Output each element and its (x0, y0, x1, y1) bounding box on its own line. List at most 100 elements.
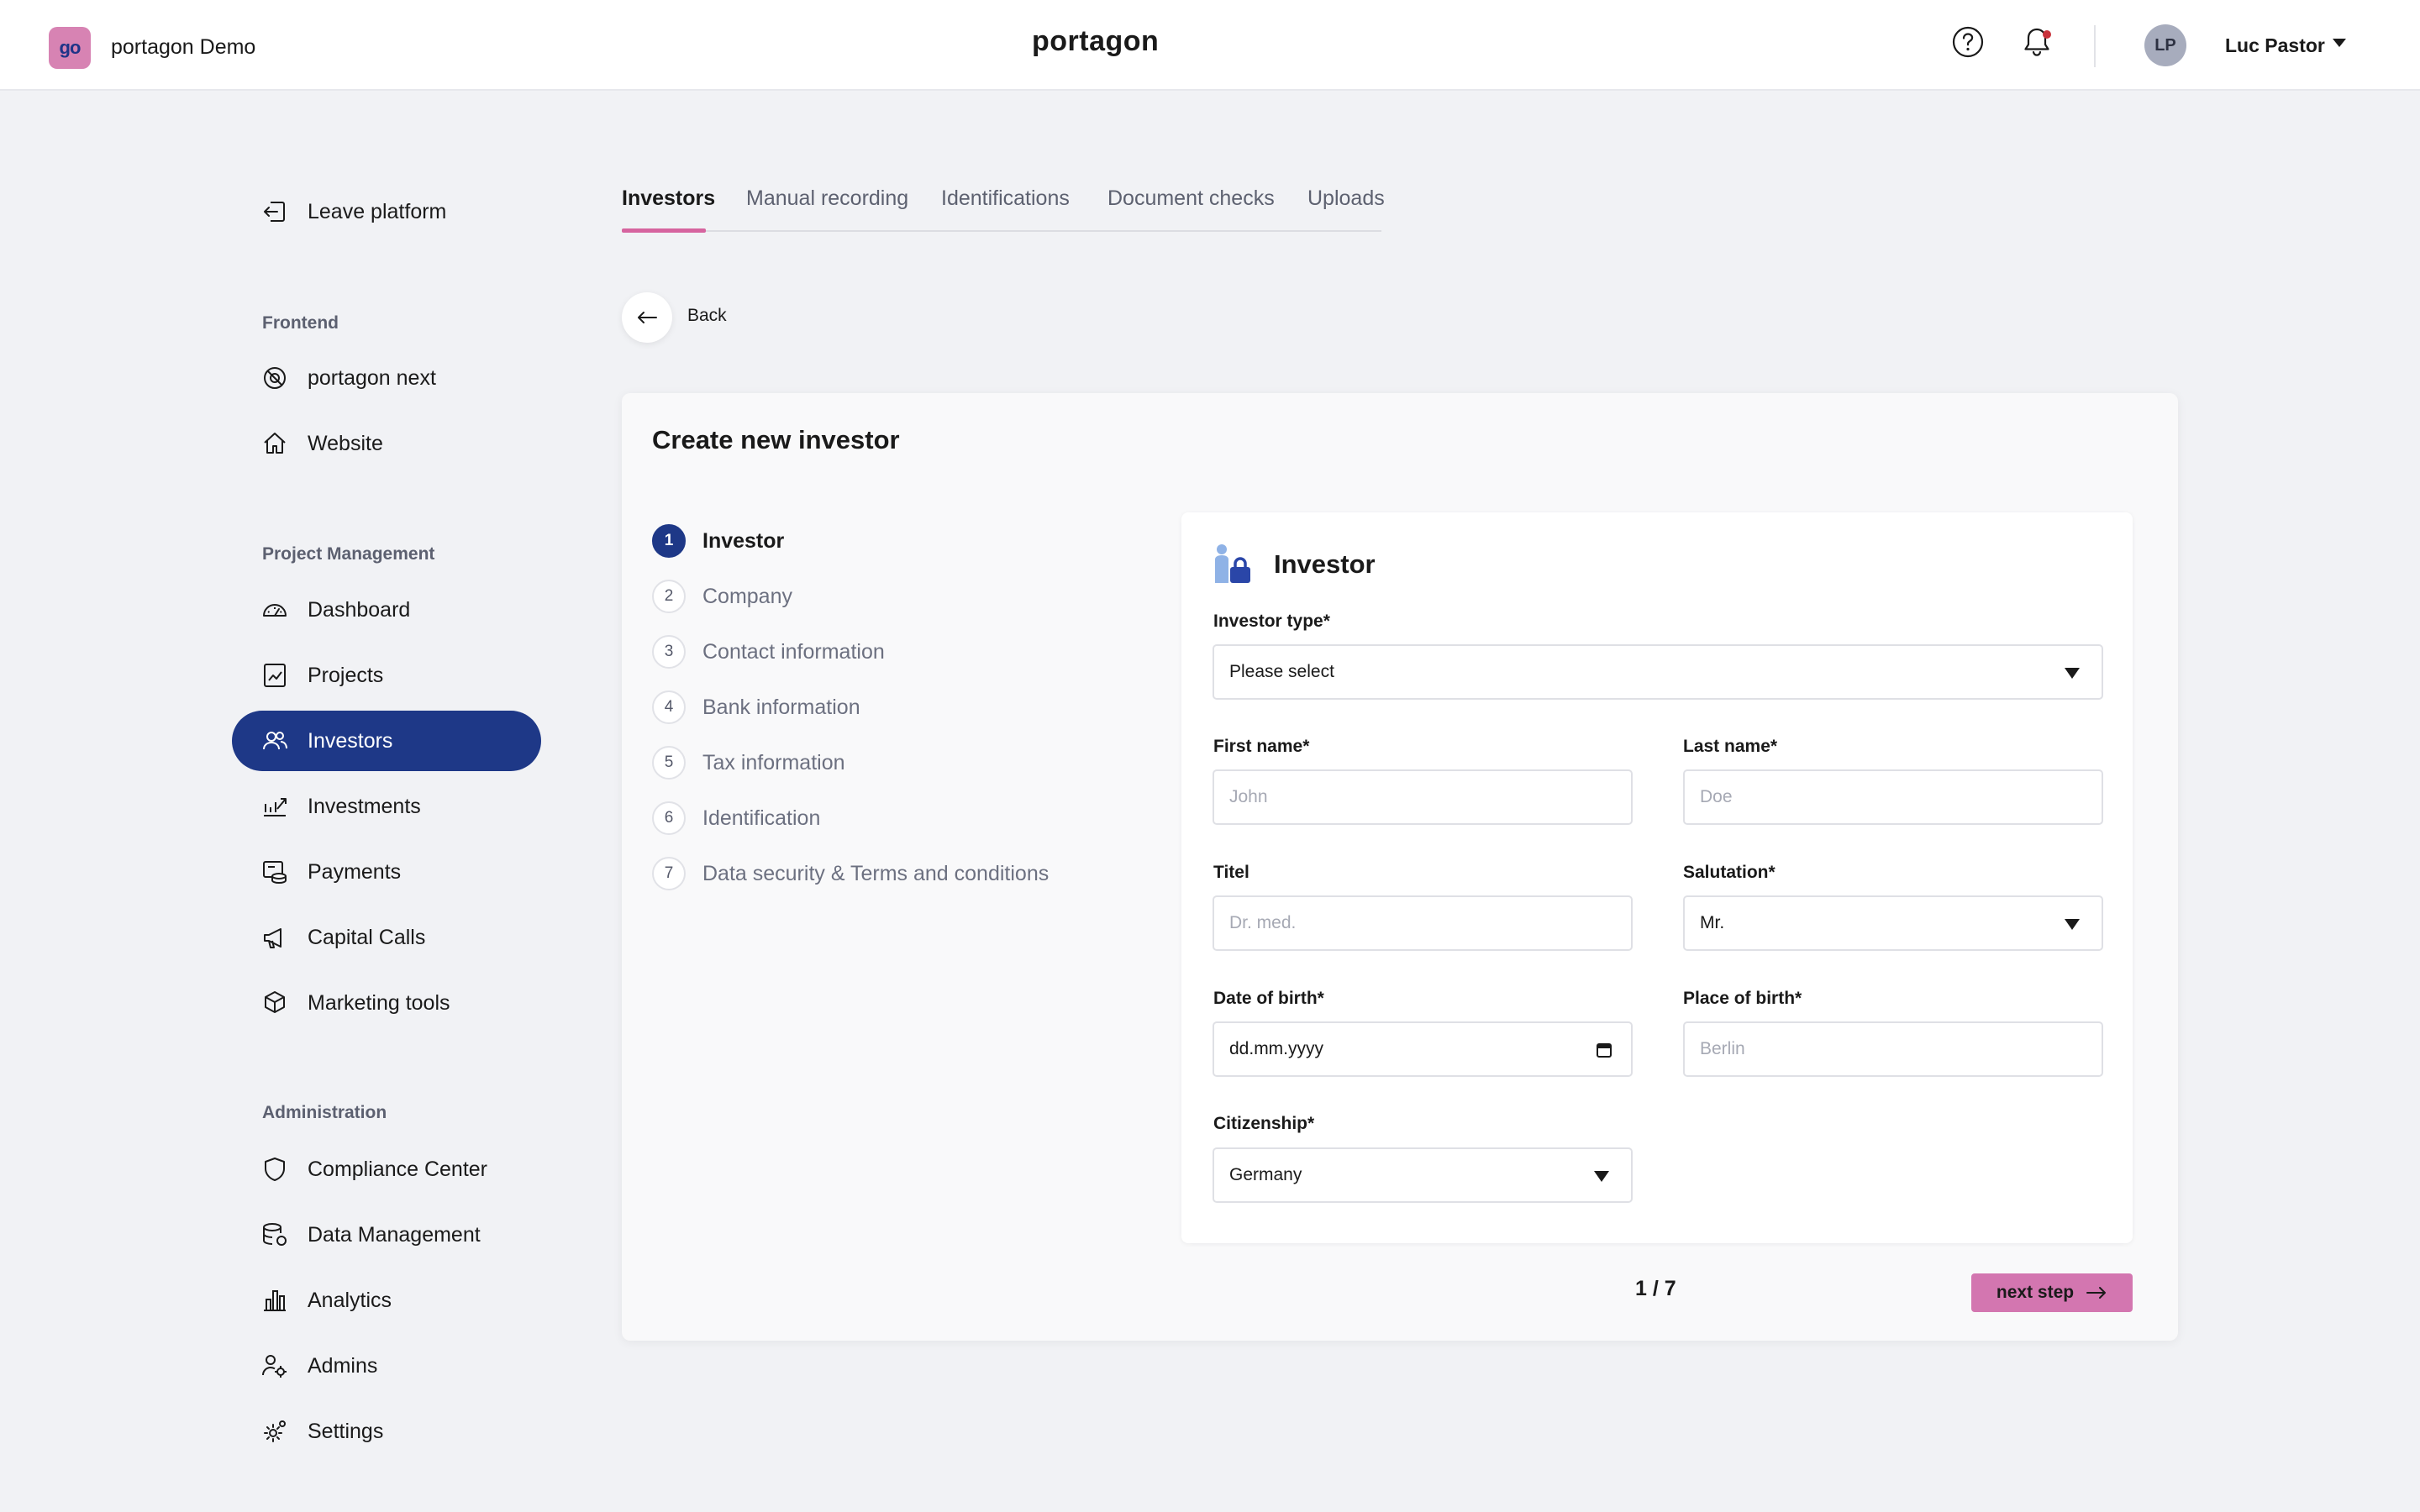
tab-investors[interactable]: Investors (622, 186, 715, 211)
dashboard-gauge-icon (263, 604, 287, 617)
tab-uploads[interactable]: Uploads (1307, 186, 1385, 211)
step-identification[interactable]: 6 Identification (652, 800, 820, 837)
sidebar-item-compliance-center[interactable]: Compliance Center (232, 1139, 541, 1200)
chevron-down-icon (1594, 1171, 1609, 1182)
step-contact-information[interactable]: 3 Contact information (652, 633, 885, 670)
step-tax-information[interactable]: 5 Tax information (652, 744, 845, 781)
bar-chart-icon (264, 1290, 286, 1311)
step-pager: 1 / 7 (1635, 1277, 1676, 1300)
next-step-label: next step (1996, 1283, 2075, 1302)
citizenship-value: Germany (1229, 1165, 1302, 1184)
first-name-label: First name* (1213, 737, 1310, 756)
user-name[interactable]: Luc Pastor (2225, 34, 2325, 57)
next-step-button[interactable]: next step (1971, 1273, 2133, 1312)
sidebar-item-admins[interactable]: Admins (232, 1336, 541, 1396)
sidebar-item-label: Marketing tools (308, 990, 450, 1015)
last-name-label: Last name* (1683, 737, 1778, 756)
sidebar-item-leave-platform[interactable]: Leave platform (232, 181, 541, 242)
titel-label: Titel (1213, 863, 1249, 882)
step-label: Identification (702, 806, 821, 830)
step-bank-information[interactable]: 4 Bank information (652, 689, 860, 726)
sidebar-item-capital-calls[interactable]: Capital Calls (232, 907, 541, 968)
users-icon (263, 732, 287, 750)
step-number: 3 (652, 635, 686, 669)
sidebar-item-label: Compliance Center (308, 1157, 487, 1181)
date-of-birth-input[interactable]: dd.mm.yyyy (1213, 1021, 1633, 1077)
user-menu-caret-icon[interactable] (2333, 39, 2346, 47)
sidebar-item-marketing-tools[interactable]: Marketing tools (232, 973, 541, 1033)
tab-manual-recording[interactable]: Manual recording (746, 186, 908, 211)
sidebar-item-label: Settings (308, 1419, 384, 1443)
date-of-birth-label: Date of birth* (1213, 989, 1324, 1008)
step-investor[interactable]: 1 Investor (652, 522, 784, 559)
salutation-value: Mr. (1700, 913, 1725, 932)
sidebar-item-investments[interactable]: Investments (232, 776, 541, 837)
sidebar-item-label: Investors (308, 728, 393, 753)
tab-document-checks[interactable]: Document checks (1107, 186, 1275, 211)
home-icon (264, 433, 286, 454)
step-number: 6 (652, 801, 686, 835)
sidebar-item-label: Capital Calls (308, 925, 426, 949)
citizenship-select[interactable]: Germany (1213, 1147, 1633, 1203)
help-icon[interactable] (1951, 25, 1985, 59)
sidebar-item-label: Payments (308, 859, 402, 884)
place-of-birth-label: Place of birth* (1683, 989, 1802, 1008)
sidebar-item-settings[interactable]: Settings (232, 1401, 541, 1462)
chevron-down-icon (2065, 668, 2080, 679)
sidebar-item-payments[interactable]: Payments (232, 842, 541, 902)
marketing-box-icon (265, 991, 285, 1013)
sidebar-item-website[interactable]: Website (232, 413, 541, 474)
sidebar-item-projects[interactable]: Projects (232, 645, 541, 706)
megaphone-icon (264, 928, 281, 948)
sidebar-item-label: portagon next (308, 365, 436, 390)
page-title: Create new investor (652, 425, 900, 454)
portagon-next-icon (264, 367, 286, 389)
first-name-input[interactable] (1213, 769, 1633, 825)
step-label: Bank information (702, 695, 860, 719)
sidebar-item-dashboard[interactable]: Dashboard (232, 580, 541, 640)
arrow-right-icon (2086, 1287, 2107, 1299)
salutation-select[interactable]: Mr. (1683, 895, 2103, 951)
salutation-label: Salutation* (1683, 863, 1776, 882)
shield-icon (265, 1158, 285, 1181)
step-company[interactable]: 2 Company (652, 578, 792, 615)
step-data-security[interactable]: 7 Data security & Terms and conditions (652, 855, 1049, 892)
sidebar-item-portagon-next[interactable]: portagon next (232, 348, 541, 408)
topbar-divider (2094, 25, 2096, 67)
step-number: 2 (652, 580, 686, 613)
sidebar-section-project-management: Project Management (262, 544, 435, 564)
sidebar-section-frontend: Frontend (262, 313, 339, 333)
sidebar-item-analytics[interactable]: Analytics (232, 1270, 541, 1331)
back-label[interactable]: Back (687, 306, 727, 326)
investor-type-value: Please select (1229, 662, 1334, 681)
calendar-icon[interactable] (1596, 1042, 1612, 1058)
sidebar-section-administration: Administration (262, 1103, 387, 1122)
form-section-title: Investor (1274, 549, 1376, 579)
investor-lock-icon (1215, 544, 1250, 583)
exit-icon (264, 202, 285, 222)
org-logo[interactable]: go (49, 27, 91, 69)
step-label: Company (702, 584, 792, 608)
sidebar-item-data-management[interactable]: Data Management (232, 1205, 541, 1265)
titel-input[interactable] (1213, 895, 1633, 951)
sidebar-item-label: Dashboard (308, 597, 411, 622)
back-button[interactable] (622, 292, 672, 343)
step-label: Investor (702, 528, 785, 553)
tab-identifications[interactable]: Identifications (941, 186, 1070, 211)
last-name-input[interactable] (1683, 769, 2103, 825)
database-gear-icon (263, 1223, 287, 1246)
step-number: 7 (652, 857, 686, 890)
gear-icon (264, 1420, 286, 1442)
arrow-left-icon (638, 312, 657, 323)
payments-icon (263, 861, 287, 885)
place-of-birth-input[interactable] (1683, 1021, 2103, 1077)
step-label: Contact information (702, 639, 885, 664)
citizenship-label: Citizenship* (1213, 1114, 1315, 1133)
investor-type-select[interactable]: Please select (1213, 644, 2103, 700)
top-bar: go portagon Demo portagon LP Luc Pastor (0, 0, 2420, 91)
avatar[interactable]: LP (2144, 24, 2186, 66)
sidebar-item-investors[interactable]: Investors (232, 711, 541, 771)
sidebar-item-label: Analytics (308, 1288, 392, 1312)
sidebar-item-label: Leave platform (308, 199, 447, 223)
org-name[interactable]: portagon Demo (111, 35, 255, 60)
